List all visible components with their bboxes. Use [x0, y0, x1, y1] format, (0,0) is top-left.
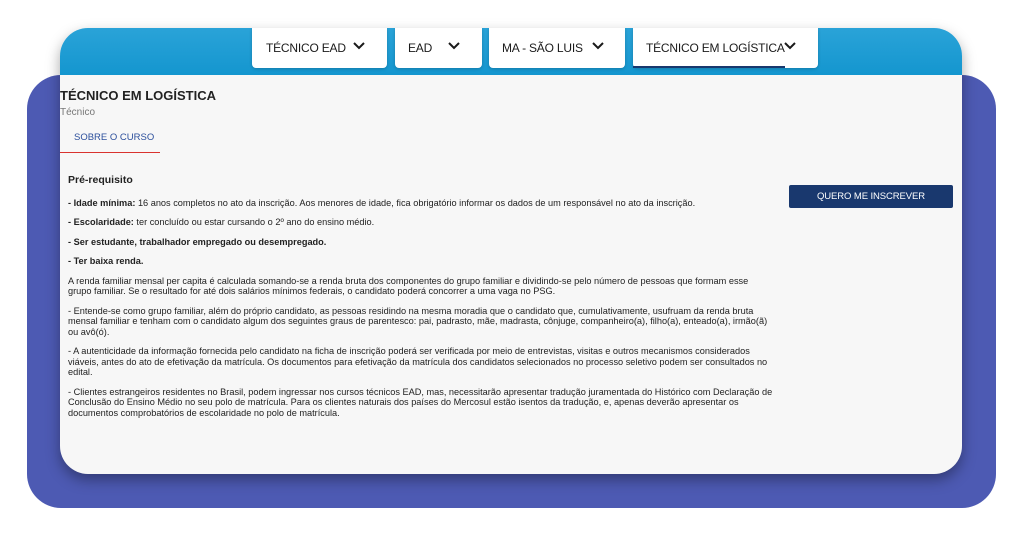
requirement-text: ter concluído ou estar cursando o 2º ano… [133, 217, 375, 227]
filter-course-dropdown[interactable]: TÉCNICO EM LOGÍSTICA [633, 28, 818, 68]
requirement-income: - Ter baixa renda. [68, 256, 773, 267]
chevron-down-icon [591, 39, 605, 53]
family-group-explanation: - Entende-se como grupo familiar, além d… [68, 305, 768, 337]
filter-location-dropdown[interactable]: MA - SÃO LUIS [489, 28, 625, 68]
requirement-text: 16 anos completos no ato da inscrição. A… [135, 197, 696, 208]
page-title: TÉCNICO EM LOGÍSTICA [60, 88, 216, 103]
filter-label: TÉCNICO EAD [266, 41, 346, 55]
verification-note: - A autenticidade da informação fornecid… [68, 346, 768, 377]
chevron-down-icon [783, 39, 797, 53]
requirement-age: - Idade mínima: 16 anos completos no ato… [68, 198, 773, 209]
foreign-students-note: - Clientes estrangeiros residentes no Br… [68, 386, 773, 418]
requirement-text: - Ser estudante, trabalhador empregado o… [68, 236, 327, 247]
chevron-down-icon [352, 39, 366, 53]
browser-window: TÉCNICO EAD EAD MA - SÃO LUIS TÉCNICO EM… [60, 28, 962, 474]
filter-type-dropdown[interactable]: EAD [395, 28, 482, 68]
filter-label: EAD [408, 41, 433, 55]
section-heading: Pré-requisito [68, 174, 133, 186]
requirement-text: - Ter baixa renda. [68, 256, 144, 266]
enroll-button[interactable]: QUERO ME INSCREVER [789, 185, 953, 208]
income-explanation: A renda familiar mensal per capita é cal… [68, 275, 749, 297]
chevron-down-icon [447, 39, 461, 53]
requirement-label: - Idade mínima: [68, 197, 136, 208]
requirement-label: - Escolaridade: [68, 217, 134, 227]
filter-modality-dropdown[interactable]: TÉCNICO EAD [252, 28, 387, 68]
tab-about-course[interactable]: SOBRE O CURSO [74, 132, 154, 143]
course-details: Pré-requisito - Idade mínima: 16 anos co… [68, 175, 773, 427]
active-tab-indicator [60, 152, 160, 153]
course-category: Técnico [60, 107, 96, 118]
filter-label: MA - SÃO LUIS [502, 41, 583, 55]
filter-label: TÉCNICO EM LOGÍSTICA [646, 41, 785, 55]
requirement-education: - Escolaridade: ter concluído ou estar c… [68, 217, 773, 228]
requirement-occupation: - Ser estudante, trabalhador empregado o… [68, 237, 773, 248]
